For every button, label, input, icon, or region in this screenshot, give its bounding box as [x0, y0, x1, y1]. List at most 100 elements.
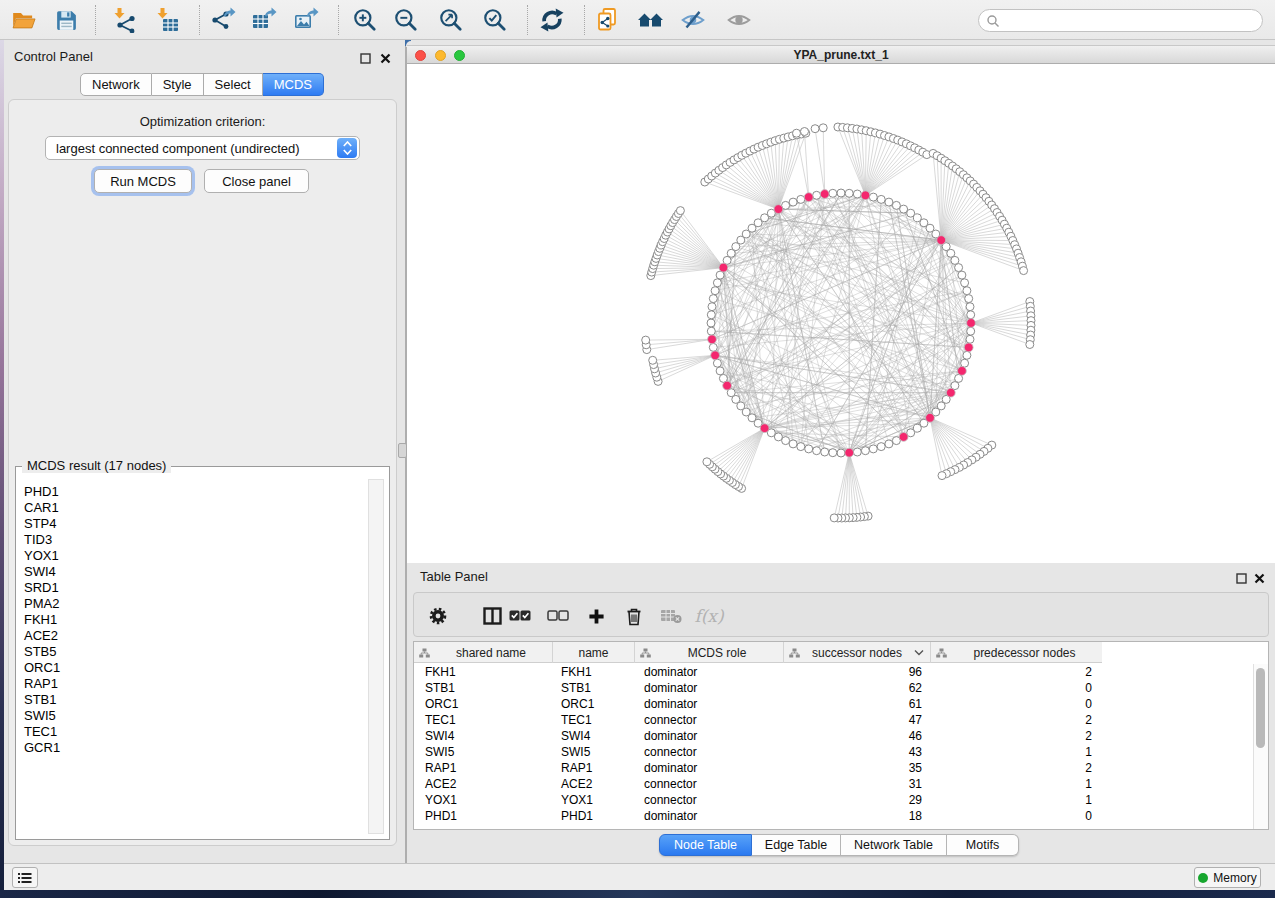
table-cell[interactable]: SWI4 — [414, 729, 553, 743]
graph-hub-node[interactable] — [964, 343, 973, 352]
network-window-titlebar[interactable]: YPA_prune.txt_1 — [407, 45, 1275, 64]
graph-node[interactable] — [649, 356, 657, 364]
table-row[interactable]: FKH1FKH1dominator962 — [414, 664, 1254, 680]
mcds-result-item[interactable]: ACE2 — [16, 628, 371, 644]
tab-edge-table[interactable]: Edge Table — [752, 834, 841, 856]
graph-node[interactable] — [801, 128, 809, 136]
column-header-name[interactable]: name — [553, 642, 635, 663]
graph-hub-node[interactable] — [861, 191, 870, 200]
table-cell[interactable]: 18 — [784, 809, 931, 823]
table-row[interactable]: STB1STB1dominator620 — [414, 680, 1254, 696]
table-cell[interactable]: 2 — [931, 713, 1102, 727]
graph-hub-node[interactable] — [723, 381, 732, 390]
close-panel-icon[interactable] — [380, 50, 392, 62]
create-column-button[interactable] — [584, 604, 608, 628]
graph-hub-node[interactable] — [719, 263, 728, 272]
tab-mcds[interactable]: MCDS — [263, 73, 324, 96]
graph-node[interactable] — [709, 295, 717, 303]
table-cell[interactable]: SWI5 — [414, 745, 553, 759]
table-row[interactable]: ORC1ORC1dominator610 — [414, 696, 1254, 712]
task-history-button[interactable] — [12, 867, 38, 888]
graph-hub-node[interactable] — [926, 413, 935, 422]
graph-node[interactable] — [789, 198, 797, 206]
table-cell[interactable]: FKH1 — [414, 665, 553, 679]
graph-node[interactable] — [961, 359, 969, 367]
graph-node[interactable] — [711, 287, 719, 295]
table-cell[interactable]: 0 — [931, 697, 1102, 711]
graph-node[interactable] — [938, 472, 946, 480]
graph-node[interactable] — [709, 343, 717, 351]
graph-hub-node[interactable] — [820, 190, 829, 199]
table-cell[interactable]: SWI4 — [553, 729, 635, 743]
table-cell[interactable]: dominator — [635, 809, 784, 823]
mcds-scrollbar[interactable] — [368, 479, 384, 834]
graph-node[interactable] — [967, 311, 975, 319]
graph-node[interactable] — [961, 279, 969, 287]
graph-node[interactable] — [885, 440, 893, 448]
mcds-result-item[interactable]: PHD1 — [16, 484, 371, 500]
tab-motifs[interactable]: Motifs — [947, 834, 1019, 856]
tab-style[interactable]: Style — [152, 73, 204, 96]
save-session-button[interactable] — [52, 6, 80, 34]
graph-node[interactable] — [877, 195, 885, 203]
float-table-panel-icon[interactable] — [1236, 570, 1248, 582]
graph-node[interactable] — [869, 445, 877, 453]
graph-node[interactable] — [877, 443, 885, 451]
hide-details-button[interactable] — [679, 6, 707, 34]
table-cell[interactable]: ACE2 — [553, 777, 635, 791]
table-cell[interactable]: 2 — [931, 729, 1102, 743]
table-row[interactable]: SWI4SWI4dominator462 — [414, 728, 1254, 744]
table-scrollbar-thumb[interactable] — [1256, 668, 1265, 748]
export-table-button[interactable] — [250, 6, 278, 34]
graph-node[interactable] — [963, 287, 971, 295]
graph-node[interactable] — [797, 195, 805, 203]
search-input[interactable] — [978, 9, 1263, 32]
mcds-result-item[interactable]: SWI5 — [16, 708, 371, 724]
zoom-out-button[interactable] — [392, 6, 420, 34]
graph-node[interactable] — [845, 189, 853, 197]
graph-hub-node[interactable] — [958, 367, 967, 376]
graph-node[interactable] — [830, 514, 838, 522]
import-table-button[interactable] — [153, 6, 181, 34]
graph-node[interactable] — [676, 207, 684, 215]
column-header-predecessor-nodes[interactable]: predecessor nodes — [931, 642, 1102, 663]
table-row[interactable]: RAP1RAP1dominator352 — [414, 760, 1254, 776]
splitter-handle[interactable] — [398, 443, 407, 458]
graph-hub-node[interactable] — [946, 388, 955, 397]
zoom-selected-button[interactable] — [481, 6, 509, 34]
mcds-result-item[interactable]: CAR1 — [16, 500, 371, 516]
table-cell[interactable]: 1 — [931, 777, 1102, 791]
table-cell[interactable]: 47 — [784, 713, 931, 727]
zoom-in-button[interactable] — [351, 6, 379, 34]
table-cell[interactable]: 61 — [784, 697, 931, 711]
table-cell[interactable]: 2 — [931, 665, 1102, 679]
graph-node[interactable] — [1020, 267, 1028, 275]
graph-node[interactable] — [713, 279, 721, 287]
memory-button[interactable]: Memory — [1194, 867, 1261, 888]
tab-node-table[interactable]: Node Table — [659, 834, 752, 856]
function-builder-button[interactable]: f(x) — [697, 604, 721, 628]
graph-node[interactable] — [967, 327, 975, 335]
table-cell[interactable]: 1 — [931, 745, 1102, 759]
graph-node[interactable] — [958, 271, 966, 279]
graph-node[interactable] — [963, 351, 971, 359]
table-cell[interactable]: 96 — [784, 665, 931, 679]
deselect-all-columns-button[interactable] — [546, 604, 570, 628]
run-mcds-button[interactable]: Run MCDS — [94, 169, 192, 193]
table-row[interactable]: PHD1PHD1dominator180 — [414, 808, 1254, 824]
table-cell[interactable]: ORC1 — [414, 697, 553, 711]
graph-node[interactable] — [642, 336, 650, 344]
column-header-shared-name[interactable]: shared name — [414, 642, 553, 663]
graph-hub-node[interactable] — [760, 424, 769, 433]
table-cell[interactable]: TEC1 — [414, 713, 553, 727]
table-cell[interactable]: dominator — [635, 681, 784, 695]
graph-node[interactable] — [713, 359, 721, 367]
graph-node[interactable] — [797, 443, 805, 451]
table-cell[interactable]: dominator — [635, 697, 784, 711]
graph-node[interactable] — [861, 447, 869, 455]
graph-node[interactable] — [805, 445, 813, 453]
mcds-result-item[interactable]: FKH1 — [16, 612, 371, 628]
table-cell[interactable]: dominator — [635, 665, 784, 679]
table-cell[interactable]: YOX1 — [414, 793, 553, 807]
mcds-result-item[interactable]: STP4 — [16, 516, 371, 532]
